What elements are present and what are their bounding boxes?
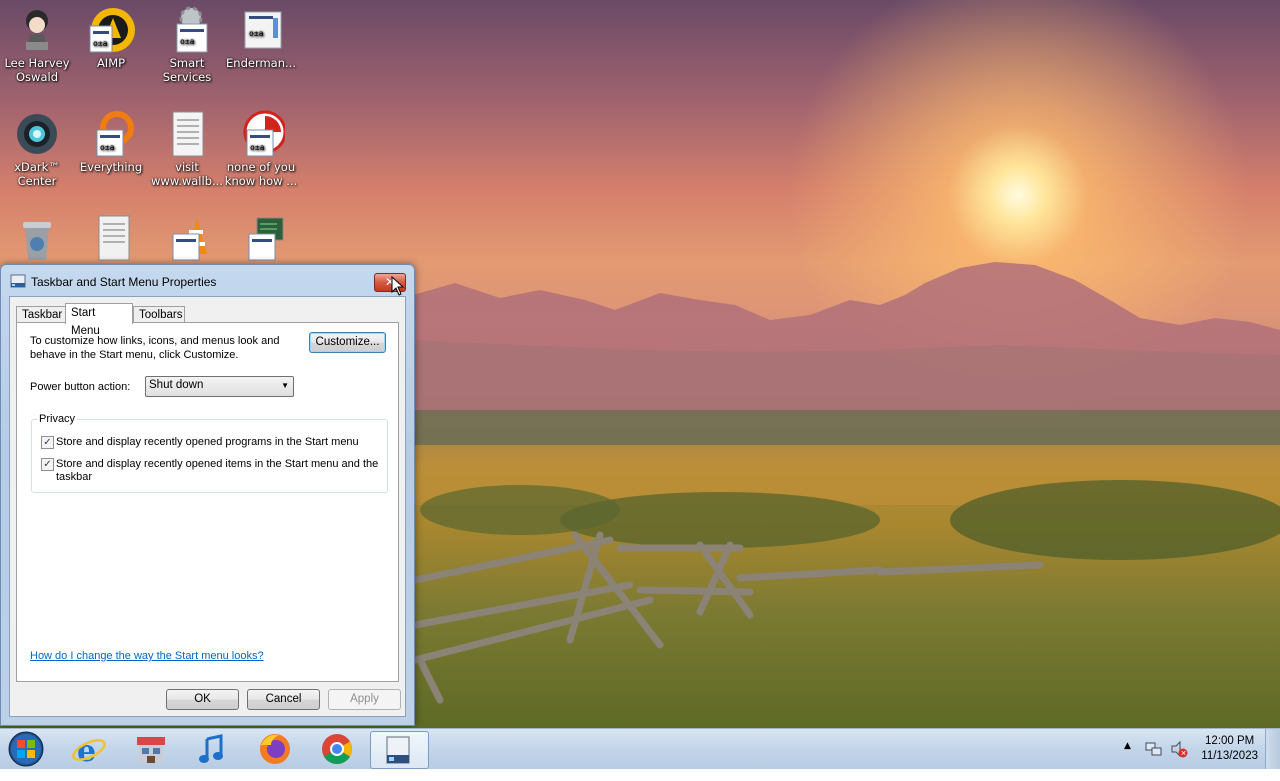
tab-start-menu[interactable]: Start Menu bbox=[65, 303, 133, 337]
gear-icon: o±a bbox=[163, 6, 211, 54]
desktop-icon-document[interactable] bbox=[74, 214, 148, 264]
tab-taskbar[interactable]: Taskbar bbox=[16, 306, 68, 323]
desktop-icon-label: Smart Services bbox=[162, 56, 212, 84]
desktop-icon-label: visit www.wallb... bbox=[151, 160, 223, 188]
search-orange-icon: o±a bbox=[87, 110, 135, 158]
desktop-icon-visit-wallb[interactable]: visit www.wallb... bbox=[150, 110, 224, 188]
power-button-action-select[interactable]: Shut down ▼ bbox=[145, 376, 294, 397]
store-recent-items-label-line2[interactable]: taskbar bbox=[56, 471, 92, 483]
desktop-icon-label: Lee Harvey Oswald bbox=[4, 56, 70, 84]
shortcut-icon: o±a bbox=[237, 6, 285, 54]
cancel-button[interactable]: Cancel bbox=[247, 689, 320, 710]
desktop-icon-label: xDark™ Center bbox=[14, 160, 60, 188]
customize-button[interactable]: Customize... bbox=[309, 332, 386, 353]
vlc-icon bbox=[163, 214, 211, 262]
xdark-icon bbox=[13, 110, 61, 158]
recycle-bin-icon bbox=[13, 214, 61, 262]
desktop-icon-aimp[interactable]: o±a AIMP bbox=[74, 6, 148, 70]
internet-explorer-icon: e bbox=[72, 734, 106, 769]
chrome-icon bbox=[322, 734, 353, 765]
svg-text:o±a: o±a bbox=[100, 143, 115, 152]
power-button-action-value: Shut down bbox=[149, 379, 204, 391]
tray-clock[interactable]: 12:00 PM 11/13/2023 bbox=[1201, 734, 1258, 764]
svg-text:✕: ✕ bbox=[1181, 749, 1187, 757]
firefox-icon bbox=[260, 734, 290, 764]
text-document-icon bbox=[163, 110, 211, 158]
clock-date: 11/13/2023 bbox=[1201, 750, 1258, 762]
intro-text-line2: behave in the Start menu, click Customiz… bbox=[30, 349, 239, 361]
taskbar-start-menu-properties-dialog: Taskbar and Start Menu Properties ✕ Task… bbox=[0, 264, 415, 726]
svg-text:o±a: o±a bbox=[93, 39, 108, 48]
svg-text:e: e bbox=[77, 734, 96, 767]
tab-toolbars[interactable]: Toolbars bbox=[133, 306, 185, 323]
start-button[interactable] bbox=[4, 730, 48, 768]
desktop-icon-everything[interactable]: o±a Everything bbox=[74, 110, 148, 174]
desktop-icon-label: Everything bbox=[79, 160, 143, 174]
show-desktop-button[interactable] bbox=[1265, 729, 1280, 769]
desktop-icon-label: AIMP bbox=[96, 56, 126, 70]
svg-text:o±a: o±a bbox=[250, 143, 265, 152]
taskbar: e ▲ ✕ 12:00 PM 11/13/2023 bbox=[0, 728, 1280, 769]
monitor-icon bbox=[237, 214, 285, 262]
start-menu-tab-panel: To customize how links, icons, and menus… bbox=[16, 322, 399, 682]
music-note-icon bbox=[199, 734, 223, 763]
chevron-down-icon: ▼ bbox=[281, 381, 289, 390]
cartoon-person-icon bbox=[13, 6, 61, 54]
dialog-client-area: Taskbar Start Menu Toolbars To customize… bbox=[9, 296, 406, 717]
document-icon bbox=[87, 214, 135, 262]
dialog-titlebar[interactable]: Taskbar and Start Menu Properties ✕ bbox=[1, 265, 414, 297]
tray-overflow-button[interactable]: ▲ bbox=[1124, 741, 1131, 781]
desktop-icon-monitor[interactable] bbox=[224, 214, 298, 264]
store-building-icon bbox=[137, 737, 165, 763]
desktop-icon-enderman[interactable]: o±a Enderman... bbox=[224, 6, 298, 70]
desktop-icon-lee-harvey-oswald[interactable]: Lee Harvey Oswald bbox=[0, 6, 74, 84]
desktop-icon-label: none of you know how ... bbox=[224, 160, 298, 188]
desktop-icon-smart-services[interactable]: o±a Smart Services bbox=[150, 6, 224, 84]
help-link[interactable]: How do I change the way the Start menu l… bbox=[30, 650, 264, 662]
taskbar-taskbar-properties[interactable] bbox=[370, 731, 429, 769]
aimp-icon: o±a bbox=[87, 6, 135, 54]
apply-button[interactable]: Apply bbox=[328, 689, 401, 710]
privacy-legend: Privacy bbox=[37, 413, 78, 425]
desktop-icon-none-of-you-know[interactable]: o±a none of you know how ... bbox=[224, 110, 298, 188]
store-recent-items-checkbox[interactable]: ✓ bbox=[41, 458, 54, 471]
desktop-icon-recycle-bin[interactable] bbox=[0, 214, 74, 264]
red-circle-icon: o±a bbox=[237, 110, 287, 158]
taskbar-store[interactable] bbox=[127, 731, 175, 767]
mouse-cursor-icon bbox=[391, 276, 405, 296]
store-recent-programs-label[interactable]: Store and display recently opened progra… bbox=[56, 436, 359, 448]
taskbar-internet-explorer[interactable]: e bbox=[65, 731, 113, 769]
taskbar-chrome[interactable] bbox=[313, 731, 361, 767]
windows-start-orb-icon bbox=[8, 731, 44, 767]
taskbar-firefox[interactable] bbox=[251, 731, 299, 767]
dialog-title: Taskbar and Start Menu Properties bbox=[31, 275, 217, 289]
desktop-icon-vlc[interactable] bbox=[150, 214, 224, 264]
svg-text:o±a: o±a bbox=[180, 37, 195, 46]
taskbar-music[interactable] bbox=[189, 731, 237, 767]
power-button-action-label: Power button action: bbox=[30, 381, 131, 393]
clock-time: 12:00 PM bbox=[1205, 735, 1255, 747]
taskbar-properties-icon bbox=[386, 736, 410, 764]
store-recent-programs-checkbox[interactable]: ✓ bbox=[41, 436, 54, 449]
wooden-fence bbox=[411, 531, 1044, 704]
ok-button[interactable]: OK bbox=[166, 689, 239, 710]
volume-muted-icon[interactable]: ✕ bbox=[1170, 740, 1188, 758]
store-recent-items-label-line1[interactable]: Store and display recently opened items … bbox=[56, 458, 378, 470]
taskbar-properties-icon bbox=[10, 274, 26, 288]
intro-text-line1: To customize how links, icons, and menus… bbox=[30, 335, 280, 347]
network-icon[interactable] bbox=[1145, 740, 1163, 758]
desktop-icon-xdark-center[interactable]: xDark™ Center bbox=[0, 110, 74, 188]
desktop-icon-label: Enderman... bbox=[226, 56, 296, 70]
svg-text:o±a: o±a bbox=[249, 29, 264, 38]
